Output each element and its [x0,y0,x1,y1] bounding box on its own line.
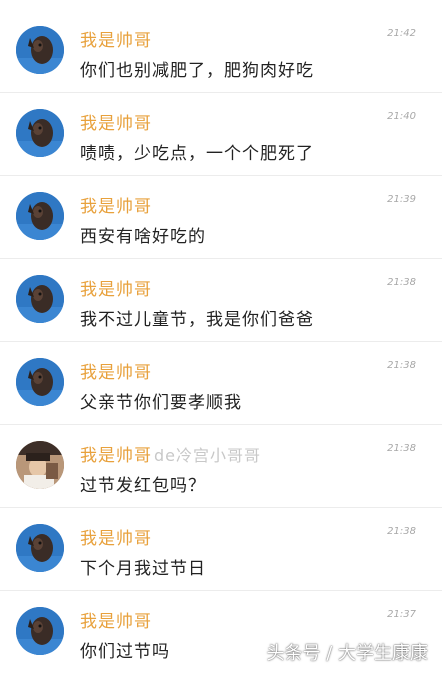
message-item[interactable]: 我是帅哥 de冷宫小哥哥 21:38 过节发红包吗？ [0,425,442,508]
avatar[interactable] [16,109,64,157]
message-text: 父亲节你们要孝顺我 [80,393,242,413]
sender-name: 我是帅哥 [80,31,152,51]
avatar[interactable] [16,524,64,572]
message-text: 啧啧，少吃点，一个个肥死了 [80,144,314,164]
sender-name: 我是帅哥 [80,363,152,383]
timestamp: 21:42 [387,28,416,39]
message-text: 过节发红包吗？ [80,476,206,496]
message-item[interactable]: 我是帅哥 21:40 啧啧，少吃点，一个个肥死了 [0,93,442,176]
message-text: 你们也别减肥了，肥狗肉好吃 [80,61,314,81]
sender-name-suffix: de冷宫小哥哥 [154,446,262,465]
message-item[interactable]: 我是帅哥 21:38 下个月我过节日 [0,508,442,591]
sender-name: 我是帅哥 de冷宫小哥哥 [80,446,262,466]
sender-name: 我是帅哥 [80,280,152,300]
message-item[interactable]: 我是帅哥 21:39 西安有啥好吃的 [0,176,442,259]
message-text: 西安有啥好吃的 [80,227,206,247]
avatar[interactable] [16,26,64,74]
timestamp: 21:38 [387,277,416,288]
message-text: 你们过节吗 [80,642,170,662]
avatar[interactable] [16,275,64,323]
watermark: 头条号 / 大学生康康 [266,643,428,664]
avatar[interactable] [16,607,64,655]
timestamp: 21:38 [387,526,416,537]
sender-name: 我是帅哥 [80,529,152,549]
message-item[interactable]: 我是帅哥 21:38 我不过儿童节，我是你们爸爸 [0,259,442,342]
avatar[interactable] [16,192,64,240]
message-list: 我是帅哥 21:42 你们也别减肥了，肥狗肉好吃 我是帅哥 21:40 啧啧，少… [0,0,442,673]
timestamp: 21:38 [387,443,416,454]
timestamp: 21:38 [387,360,416,371]
avatar[interactable] [16,441,64,489]
message-item[interactable]: 我是帅哥 21:42 你们也别减肥了，肥狗肉好吃 [0,10,442,93]
avatar[interactable] [16,358,64,406]
timestamp: 21:40 [387,111,416,122]
timestamp: 21:37 [387,609,416,620]
message-text: 下个月我过节日 [80,559,206,579]
message-text: 我不过儿童节，我是你们爸爸 [80,310,314,330]
sender-name: 我是帅哥 [80,114,152,134]
sender-name: 我是帅哥 [80,197,152,217]
message-item[interactable]: 我是帅哥 21:38 父亲节你们要孝顺我 [0,342,442,425]
sender-name: 我是帅哥 [80,612,152,632]
timestamp: 21:39 [387,194,416,205]
